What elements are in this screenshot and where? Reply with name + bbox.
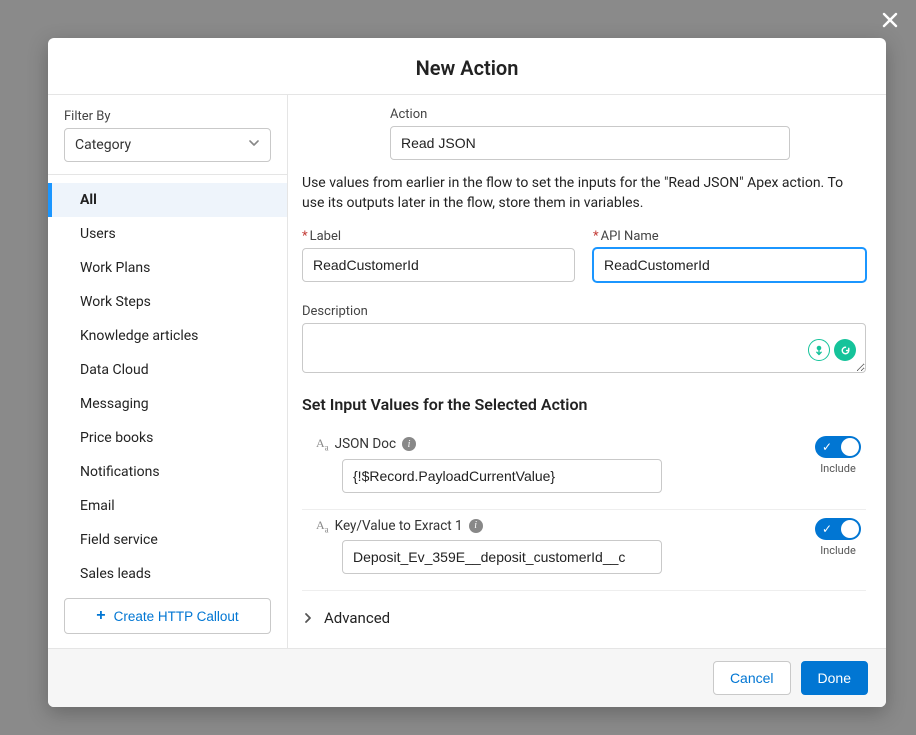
sidebar-item-data-cloud[interactable]: Data Cloud bbox=[48, 353, 287, 387]
label-label: *Label bbox=[302, 229, 575, 244]
sidebar-category-list: All Users Work Plans Work Steps Knowledg… bbox=[48, 174, 287, 584]
chevron-down-icon bbox=[248, 137, 260, 153]
sidebar-item-work-plans[interactable]: Work Plans bbox=[48, 251, 287, 285]
input-row-key-value: Aa Key/Value to Exract 1 i ✓ Include bbox=[302, 510, 866, 591]
grammarly-suggestion-icon[interactable] bbox=[808, 339, 830, 361]
api-name-label: *API Name bbox=[593, 229, 866, 244]
description-helper-icons bbox=[808, 339, 856, 361]
new-action-modal: New Action Filter By Category All Users … bbox=[48, 38, 886, 707]
filter-section: Filter By Category bbox=[48, 95, 287, 174]
help-text: Use values from earlier in the flow to s… bbox=[302, 174, 866, 213]
sidebar-item-knowledge-articles[interactable]: Knowledge articles bbox=[48, 319, 287, 353]
advanced-label: Advanced bbox=[324, 609, 390, 627]
done-button[interactable]: Done bbox=[801, 661, 868, 695]
sidebar-item-price-books[interactable]: Price books bbox=[48, 421, 287, 455]
advanced-section-toggle[interactable]: Advanced bbox=[302, 609, 866, 628]
include-label: Include bbox=[820, 462, 856, 475]
close-icon[interactable] bbox=[880, 10, 900, 34]
api-name-input[interactable] bbox=[593, 248, 866, 282]
sidebar-item-users[interactable]: Users bbox=[48, 217, 287, 251]
filter-category-value: Category bbox=[75, 137, 131, 153]
label-field: *Label bbox=[302, 229, 575, 282]
modal-header: New Action bbox=[48, 38, 886, 95]
chevron-right-icon bbox=[302, 609, 314, 628]
key-value-input[interactable] bbox=[342, 540, 662, 574]
description-label: Description bbox=[302, 304, 866, 319]
sidebar-item-work-steps[interactable]: Work Steps bbox=[48, 285, 287, 319]
sidebar-item-sales-leads[interactable]: Sales leads bbox=[48, 557, 287, 584]
action-field: Action bbox=[390, 107, 790, 160]
filter-category-select[interactable]: Category bbox=[64, 128, 271, 162]
input-name-json-doc: JSON Doc bbox=[335, 436, 396, 452]
include-toggle-key-value[interactable]: ✓ bbox=[815, 518, 861, 540]
set-input-values-title: Set Input Values for the Selected Action bbox=[302, 395, 866, 414]
filter-by-label: Filter By bbox=[64, 109, 271, 124]
create-http-callout-button[interactable]: + Create HTTP Callout bbox=[64, 598, 271, 634]
include-toggle-json-doc[interactable]: ✓ bbox=[815, 436, 861, 458]
main-panel: Action Use values from earlier in the fl… bbox=[288, 95, 886, 648]
include-label: Include bbox=[820, 544, 856, 557]
sidebar-item-messaging[interactable]: Messaging bbox=[48, 387, 287, 421]
text-type-icon: Aa bbox=[316, 518, 329, 534]
create-http-callout-label: Create HTTP Callout bbox=[114, 609, 239, 624]
sidebar: Filter By Category All Users Work Plans … bbox=[48, 95, 288, 648]
json-doc-input[interactable] bbox=[342, 459, 662, 493]
sidebar-item-notifications[interactable]: Notifications bbox=[48, 455, 287, 489]
sidebar-item-email[interactable]: Email bbox=[48, 489, 287, 523]
description-field: Description bbox=[302, 304, 866, 377]
input-name-key-value: Key/Value to Exract 1 bbox=[335, 518, 463, 534]
action-label: Action bbox=[390, 107, 790, 122]
plus-icon: + bbox=[96, 607, 105, 625]
sidebar-item-all[interactable]: All bbox=[48, 183, 287, 217]
cancel-button[interactable]: Cancel bbox=[713, 661, 791, 695]
sidebar-item-field-service[interactable]: Field service bbox=[48, 523, 287, 557]
text-type-icon: Aa bbox=[316, 436, 329, 452]
api-name-field: *API Name bbox=[593, 229, 866, 282]
label-input[interactable] bbox=[302, 248, 575, 282]
grammarly-icon[interactable] bbox=[834, 339, 856, 361]
action-input[interactable] bbox=[390, 126, 790, 160]
info-icon[interactable]: i bbox=[469, 519, 483, 533]
description-input[interactable] bbox=[302, 323, 866, 373]
sidebar-footer: + Create HTTP Callout bbox=[48, 584, 287, 648]
info-icon[interactable]: i bbox=[402, 437, 416, 451]
input-row-json-doc: Aa JSON Doc i ✓ Include bbox=[302, 428, 866, 509]
modal-footer: Cancel Done bbox=[48, 648, 886, 707]
modal-body: Filter By Category All Users Work Plans … bbox=[48, 95, 886, 648]
label-apiname-row: *Label *API Name bbox=[302, 229, 866, 294]
modal-title: New Action bbox=[48, 56, 886, 80]
